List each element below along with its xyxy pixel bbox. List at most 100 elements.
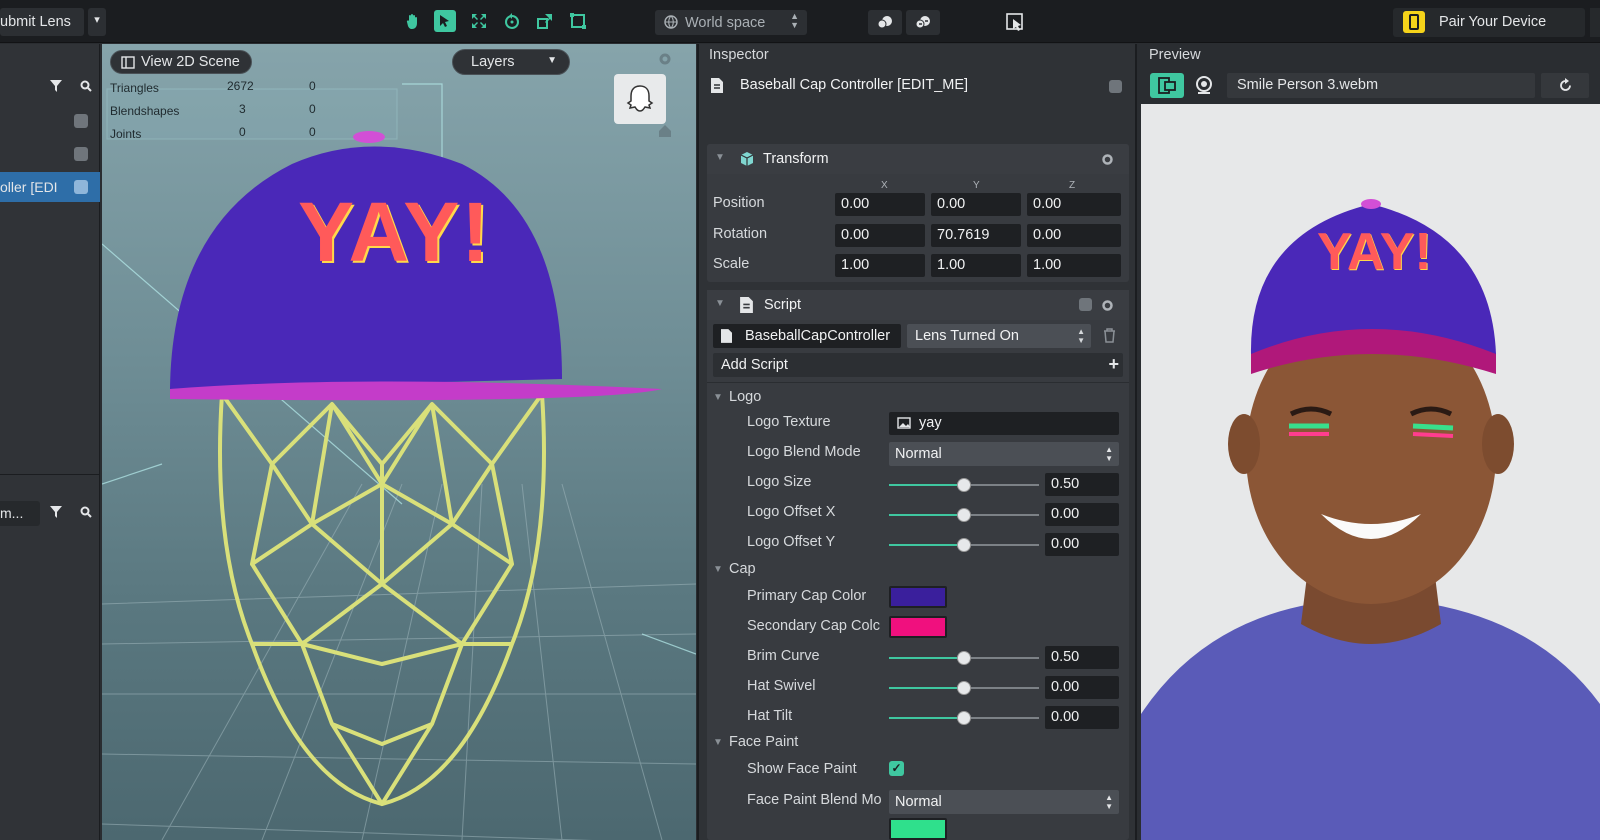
slider-knob[interactable]	[957, 478, 971, 492]
enabled-checkbox[interactable]	[1109, 80, 1122, 93]
show-face-paint-checkbox[interactable]: ✓	[889, 761, 904, 776]
show-face-paint-label: Show Face Paint	[747, 761, 857, 777]
logo-texture-field[interactable]: yay	[889, 412, 1119, 435]
hat-tilt-field[interactable]: 0.00	[1045, 706, 1119, 729]
send-to-device-icon[interactable]	[1005, 12, 1025, 32]
brim-curve-field[interactable]: 0.50	[1045, 646, 1119, 669]
add-script-label: Add Script	[721, 357, 788, 373]
visibility-checkbox[interactable]	[74, 147, 88, 161]
space-dropdown[interactable]: World space ▲ ▼	[655, 10, 807, 35]
snapchat-ghost-icon[interactable]	[614, 74, 666, 124]
resources-search[interactable]: m...	[0, 501, 40, 526]
slider-knob[interactable]	[957, 711, 971, 725]
secondary-cap-color-swatch[interactable]	[889, 616, 947, 638]
face-paint-blend-label: Face Paint Blend Mo	[747, 792, 882, 808]
collapse-arrow-icon: ▼	[715, 298, 725, 309]
preview-camera-view[interactable]: YAY!	[1141, 104, 1600, 840]
search-icon[interactable]	[80, 506, 92, 518]
stat-value: 0	[309, 102, 316, 116]
gear-icon[interactable]	[1101, 299, 1114, 312]
script-file-icon	[740, 297, 753, 313]
layers-dropdown[interactable]: Layers ▼	[452, 49, 570, 75]
logo-offset-x-field[interactable]: 0.00	[1045, 503, 1119, 526]
logo-offset-y-field[interactable]: 0.00	[1045, 533, 1119, 556]
add-script-button[interactable]: Add Script +	[713, 353, 1123, 377]
scene-viewport[interactable]: YAY! View 2D Scene Layers ▼ Triangles 267…	[102, 44, 696, 840]
position-y-field[interactable]: 0.00	[931, 193, 1021, 216]
script-name: BaseballCapController	[745, 328, 891, 344]
slider-knob[interactable]	[957, 651, 971, 665]
rotation-x-field[interactable]: 0.00	[835, 224, 925, 247]
slider-fill	[889, 484, 964, 486]
hand-tool-icon[interactable]	[402, 10, 424, 32]
rotation-label: Rotation	[713, 226, 768, 242]
rotation-z-field[interactable]: 0.00	[1027, 224, 1121, 247]
divider	[707, 382, 1129, 383]
panel-divider	[0, 474, 100, 475]
view-2d-scene-button[interactable]: View 2D Scene	[110, 50, 252, 74]
logo-blend-value: Normal	[895, 446, 942, 462]
visibility-checkbox[interactable]	[74, 180, 88, 194]
move-tool-icon[interactable]	[468, 10, 490, 32]
video-source-dropdown[interactable]: Smile Person 3.webm	[1227, 73, 1535, 98]
script-header[interactable]: ▼ Script	[707, 290, 1129, 320]
reset-preview-button[interactable]	[1541, 73, 1589, 98]
collapse-arrow-icon[interactable]: ▼	[713, 392, 723, 403]
rotate-tool-icon[interactable]	[501, 10, 523, 32]
home-icon[interactable]	[658, 124, 672, 138]
face-paint-blend-dropdown[interactable]: Normal ▲ ▼	[889, 790, 1119, 814]
rotation-y-field[interactable]: 70.7619	[931, 224, 1021, 247]
logo-size-field[interactable]: 0.50	[1045, 473, 1119, 496]
gear-icon[interactable]	[1101, 153, 1114, 166]
chat-bubbles-icon	[877, 16, 892, 29]
transform-header[interactable]: ▼ Transform	[707, 144, 1129, 174]
collab-button[interactable]	[906, 10, 940, 35]
collapse-arrow-icon[interactable]: ▼	[713, 737, 723, 748]
preview-person-image	[1141, 199, 1600, 840]
event-label: Lens Turned On	[915, 328, 1019, 344]
axis-x-label: X	[881, 180, 888, 191]
rect-tool-icon[interactable]	[567, 10, 589, 32]
camera-sync-button[interactable]	[868, 10, 902, 35]
pair-device-button[interactable]: Pair Your Device	[1393, 8, 1585, 37]
scale-x-field[interactable]: 1.00	[835, 254, 925, 277]
position-x-field[interactable]: 0.00	[835, 193, 925, 216]
select-tool-icon[interactable]	[434, 10, 456, 32]
submit-lens-button[interactable]: ubmit Lens	[0, 8, 84, 36]
scale-tool-icon[interactable]	[534, 10, 556, 32]
phone-icon	[1403, 11, 1425, 33]
logo-blend-dropdown[interactable]: Normal ▲ ▼	[889, 442, 1119, 466]
script-file-icon	[721, 329, 732, 343]
trash-icon[interactable]	[1103, 328, 1116, 343]
primary-cap-color-label: Primary Cap Color	[747, 588, 867, 604]
device-preview-icon	[1158, 77, 1176, 94]
logo-blend-label: Logo Blend Mode	[747, 444, 861, 460]
collapse-arrow-icon[interactable]: ▼	[713, 564, 723, 575]
webcam-icon[interactable]	[1194, 75, 1214, 95]
axis-y-label: Y	[973, 180, 980, 191]
enabled-checkbox[interactable]	[1079, 298, 1092, 311]
event-dropdown[interactable]: Lens Turned On ▲ ▼	[907, 324, 1091, 348]
preview-panel: Preview Smile Person 3.webm YAY!	[1139, 44, 1600, 840]
stat-value: 3	[239, 102, 246, 116]
filter-icon[interactable]	[50, 506, 62, 518]
gear-icon[interactable]	[658, 52, 672, 66]
filter-icon[interactable]	[50, 80, 62, 92]
slider-knob[interactable]	[957, 681, 971, 695]
face-paint-color-swatch[interactable]	[889, 818, 947, 840]
scale-y-field[interactable]: 1.00	[931, 254, 1021, 277]
hat-swivel-field[interactable]: 0.00	[1045, 676, 1119, 699]
script-asset-field[interactable]: BaseballCapController	[713, 324, 901, 348]
search-icon[interactable]	[80, 80, 92, 92]
scale-z-field[interactable]: 1.00	[1027, 254, 1121, 277]
transform-section: ▼ Transform X Y Z Position 0.00 0.00 0.0…	[707, 144, 1129, 282]
slider-knob[interactable]	[957, 508, 971, 522]
submit-dropdown-button[interactable]: ▾	[88, 8, 106, 36]
primary-cap-color-swatch[interactable]	[889, 586, 947, 608]
position-z-field[interactable]: 0.00	[1027, 193, 1121, 216]
slider-knob[interactable]	[957, 538, 971, 552]
visibility-checkbox[interactable]	[74, 114, 88, 128]
selected-object-row[interactable]: oller [EDI	[0, 172, 100, 202]
swap-camera-button[interactable]	[1150, 73, 1184, 98]
refresh-icon	[1560, 78, 1571, 91]
